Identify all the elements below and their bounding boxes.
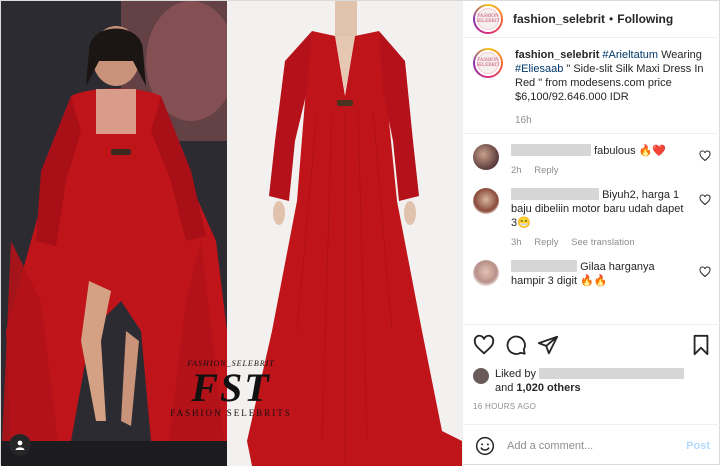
avatar-logo-text: FASHION SELEBRIT (476, 58, 500, 68)
share-paper-plane-icon[interactable] (537, 334, 559, 356)
hashtag-link[interactable]: #Arieltatum (602, 49, 658, 61)
header-separator: • (609, 12, 614, 26)
following-button[interactable]: Following (617, 12, 673, 26)
profile-avatar[interactable]: FASHION SELEBRIT (473, 4, 503, 34)
post-actions: Liked by and 1,020 others 16 HOURS AGO (463, 324, 720, 411)
emoji-smiley-icon[interactable] (475, 436, 495, 456)
like-comment-heart-icon[interactable] (699, 194, 711, 206)
post-caption: FASHION SELEBRIT fashion_selebrit #Ariel… (463, 38, 720, 134)
blurred-username[interactable] (511, 188, 599, 200)
post-comment-button[interactable]: Post (686, 440, 710, 452)
post-header: FASHION SELEBRIT fashion_selebrit • Foll… (463, 1, 720, 38)
like-comment-heart-icon[interactable] (699, 150, 711, 162)
reply-button[interactable]: Reply (534, 165, 558, 176)
see-translation-button[interactable]: See translation (571, 237, 634, 248)
user-tag-icon[interactable] (9, 434, 31, 456)
commenter-avatar[interactable] (473, 144, 499, 170)
watermark-logo: FST (191, 365, 271, 410)
likes-summary: Liked by and 1,020 others (473, 367, 712, 395)
comment-body: Biyuh2, harga 1 baju dibeliin motor baru… (511, 188, 686, 250)
watermark: FASHION_SELEBRIT FST FASHION SELEBRITS (151, 359, 311, 418)
comments-list[interactable]: fabulous 🔥❤️ 2h Reply Biyuh2, harga 1 ba… (463, 134, 720, 310)
post-image[interactable]: FASHION_SELEBRIT FST FASHION SELEBRITS (1, 1, 462, 466)
caption-body: fashion_selebrit #Arieltatum Wearing #El… (515, 48, 711, 133)
like-comment-heart-icon[interactable] (699, 266, 711, 278)
comment-meta: 3h Reply See translation (511, 236, 686, 250)
caption-text: Wearing (658, 49, 702, 61)
avatar-logo: FASHION SELEBRIT (476, 8, 500, 30)
comment-item: fabulous 🔥❤️ 2h Reply (473, 144, 711, 178)
comment-body: fabulous 🔥❤️ 2h Reply (511, 144, 686, 178)
like-heart-icon[interactable] (473, 334, 495, 356)
comment-text: fabulous 🔥❤️ (594, 145, 667, 157)
comment-item: Biyuh2, harga 1 baju dibeliin motor baru… (473, 188, 711, 250)
blurred-username[interactable] (511, 144, 591, 156)
caption-username[interactable]: fashion_selebrit (515, 49, 599, 61)
blurred-liker-name[interactable] (539, 368, 685, 379)
avatar-frame: FASHION SELEBRIT (475, 50, 501, 76)
comment-item: Gilaa harganya hampir 3 digit 🔥🔥 (473, 260, 711, 288)
comment-meta: 2h Reply (511, 164, 686, 178)
reply-button[interactable]: Reply (534, 237, 558, 248)
likes-and: and (495, 382, 517, 394)
liked-by-label: Liked by (495, 368, 536, 380)
comment-input[interactable] (507, 439, 687, 452)
avatar-logo-text: FASHION SELEBRIT (476, 14, 500, 24)
header-username[interactable]: fashion_selebrit (513, 12, 605, 26)
comment-body: Gilaa harganya hampir 3 digit 🔥🔥 (511, 260, 686, 288)
likes-text: Liked by and 1,020 others (495, 367, 685, 395)
liker-avatar[interactable] (473, 368, 489, 384)
comment-time[interactable]: 2h (511, 165, 522, 176)
commenter-avatar[interactable] (473, 188, 499, 214)
action-icons (473, 333, 712, 357)
comment-bubble-icon[interactable] (505, 334, 527, 356)
avatar-logo: FASHION SELEBRIT (476, 52, 500, 74)
instagram-post: FASHION_SELEBRIT FST FASHION SELEBRITS F… (0, 0, 720, 466)
add-comment-bar: Post (463, 424, 720, 466)
watermark-bottom: FASHION SELEBRITS (170, 408, 292, 418)
caption-timestamp[interactable]: 16h (515, 114, 711, 128)
hashtag-link[interactable]: #Eliesaab (515, 63, 563, 75)
caption-avatar[interactable]: FASHION SELEBRIT (473, 48, 503, 78)
comment-time[interactable]: 3h (511, 237, 522, 248)
likes-others-link[interactable]: 1,020 others (516, 382, 580, 394)
post-time-ago[interactable]: 16 HOURS AGO (473, 402, 712, 411)
blurred-username[interactable] (511, 260, 577, 272)
commenter-avatar[interactable] (473, 260, 499, 286)
avatar-frame: FASHION SELEBRIT (475, 6, 501, 32)
post-sidebar: FASHION SELEBRIT fashion_selebrit • Foll… (462, 1, 720, 466)
bookmark-icon[interactable] (690, 334, 712, 356)
